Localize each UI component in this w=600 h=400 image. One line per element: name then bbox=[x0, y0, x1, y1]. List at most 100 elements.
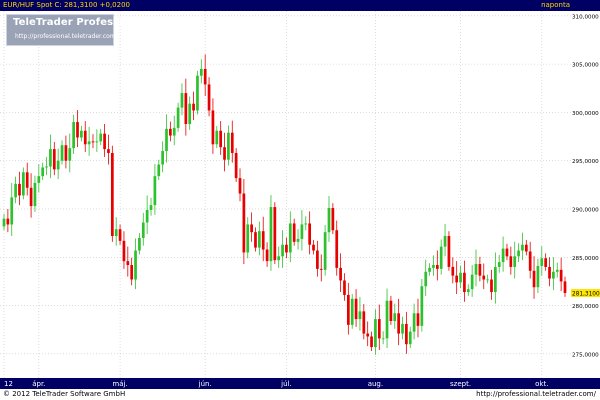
candle bbox=[412, 303, 416, 340]
candle bbox=[29, 173, 33, 218]
candle bbox=[114, 217, 118, 246]
candle bbox=[18, 171, 21, 206]
candle-body bbox=[331, 208, 335, 231]
candle bbox=[126, 246, 130, 277]
candle-body bbox=[544, 258, 548, 267]
candle-body bbox=[14, 183, 17, 198]
candle-body bbox=[254, 232, 257, 248]
candle-body bbox=[536, 265, 540, 288]
candle-body bbox=[463, 272, 466, 293]
candle-body bbox=[513, 256, 517, 267]
candle bbox=[72, 114, 75, 154]
candle bbox=[145, 195, 149, 235]
grid-lines bbox=[0, 11, 571, 378]
candle-body bbox=[354, 298, 358, 320]
candle-body bbox=[385, 300, 389, 339]
candle-body bbox=[401, 323, 404, 334]
candle-body bbox=[192, 103, 195, 111]
candle bbox=[188, 96, 192, 130]
candle-body bbox=[443, 236, 447, 247]
candle-body bbox=[350, 298, 354, 325]
y-tick-label: 280,0000 bbox=[572, 304, 599, 310]
candle-body bbox=[509, 256, 513, 267]
candle bbox=[14, 176, 17, 204]
candle bbox=[455, 261, 459, 294]
candle bbox=[420, 279, 424, 332]
candle-body bbox=[184, 93, 188, 124]
chart-plot-area[interactable] bbox=[0, 11, 571, 378]
candle bbox=[331, 203, 335, 235]
candle-body bbox=[563, 281, 567, 294]
footer-url[interactable]: http://professional.teletrader.com/ bbox=[476, 389, 596, 400]
candle-body bbox=[555, 269, 559, 272]
candle-body bbox=[470, 274, 474, 290]
candle bbox=[227, 125, 230, 166]
candle-body bbox=[33, 182, 37, 207]
candle-body bbox=[219, 130, 223, 148]
candle bbox=[389, 295, 393, 325]
candle bbox=[246, 217, 250, 259]
candle bbox=[393, 303, 397, 329]
candle bbox=[281, 230, 284, 268]
candle bbox=[87, 126, 91, 156]
x-axis-bar: 12 ápr. máj. jún. júl. aug. szept. okt. bbox=[0, 378, 600, 389]
candle bbox=[482, 263, 486, 290]
candle-body bbox=[114, 229, 118, 237]
candle bbox=[64, 135, 68, 169]
candle bbox=[451, 257, 455, 284]
candle-body bbox=[118, 229, 122, 241]
candle-body bbox=[130, 265, 134, 280]
candle-body bbox=[41, 167, 45, 177]
candle-body bbox=[358, 311, 362, 320]
candle bbox=[118, 224, 122, 245]
candle-body bbox=[122, 240, 126, 262]
candle-body bbox=[552, 271, 555, 279]
candle-body bbox=[370, 336, 373, 348]
candle-body bbox=[346, 294, 350, 325]
candle-body bbox=[319, 268, 323, 270]
candle-body bbox=[494, 266, 497, 293]
candle bbox=[486, 274, 489, 284]
period-label[interactable]: naponta bbox=[541, 0, 570, 11]
candle bbox=[536, 258, 540, 294]
candle bbox=[304, 216, 308, 231]
candle-body bbox=[250, 224, 253, 233]
candle bbox=[169, 121, 172, 142]
candle-body bbox=[230, 132, 234, 153]
candle-body bbox=[56, 160, 60, 170]
candle bbox=[2, 213, 6, 231]
candle-body bbox=[304, 223, 308, 225]
candle bbox=[99, 128, 103, 146]
logo-brand: TeleTrader Professional bbox=[13, 17, 148, 28]
candle-body bbox=[559, 269, 563, 282]
candle bbox=[509, 246, 513, 275]
candle bbox=[176, 102, 180, 132]
y-tick-label: 285,0000 bbox=[572, 256, 599, 262]
x-tick-labels: 12 ápr. máj. jún. júl. aug. szept. okt. bbox=[4, 380, 548, 388]
candle bbox=[346, 282, 350, 335]
candle-body bbox=[393, 313, 397, 322]
candle-body bbox=[265, 249, 269, 262]
candle bbox=[435, 250, 439, 281]
candle-body bbox=[366, 333, 370, 337]
candle-body bbox=[420, 286, 424, 326]
candle bbox=[478, 256, 482, 282]
candle-body bbox=[188, 103, 192, 124]
candle-body bbox=[242, 193, 246, 253]
candle-body bbox=[169, 128, 172, 136]
candle bbox=[230, 120, 234, 163]
price-tag-label: 281,3100 bbox=[572, 291, 600, 297]
candle-body bbox=[107, 149, 110, 153]
candle bbox=[254, 227, 257, 252]
candle-body bbox=[273, 207, 277, 261]
candle-body bbox=[176, 107, 180, 128]
candle-body bbox=[532, 270, 536, 288]
candle bbox=[490, 269, 493, 300]
copyright-text: © 2012 TeleTrader Software GmbH bbox=[3, 390, 126, 398]
candle-body bbox=[466, 289, 470, 293]
last-price-tag: 281,3100 bbox=[571, 289, 600, 297]
candle bbox=[238, 168, 242, 202]
x-tick-label: szept. bbox=[450, 380, 471, 388]
candle bbox=[157, 159, 161, 181]
candle bbox=[517, 243, 520, 263]
